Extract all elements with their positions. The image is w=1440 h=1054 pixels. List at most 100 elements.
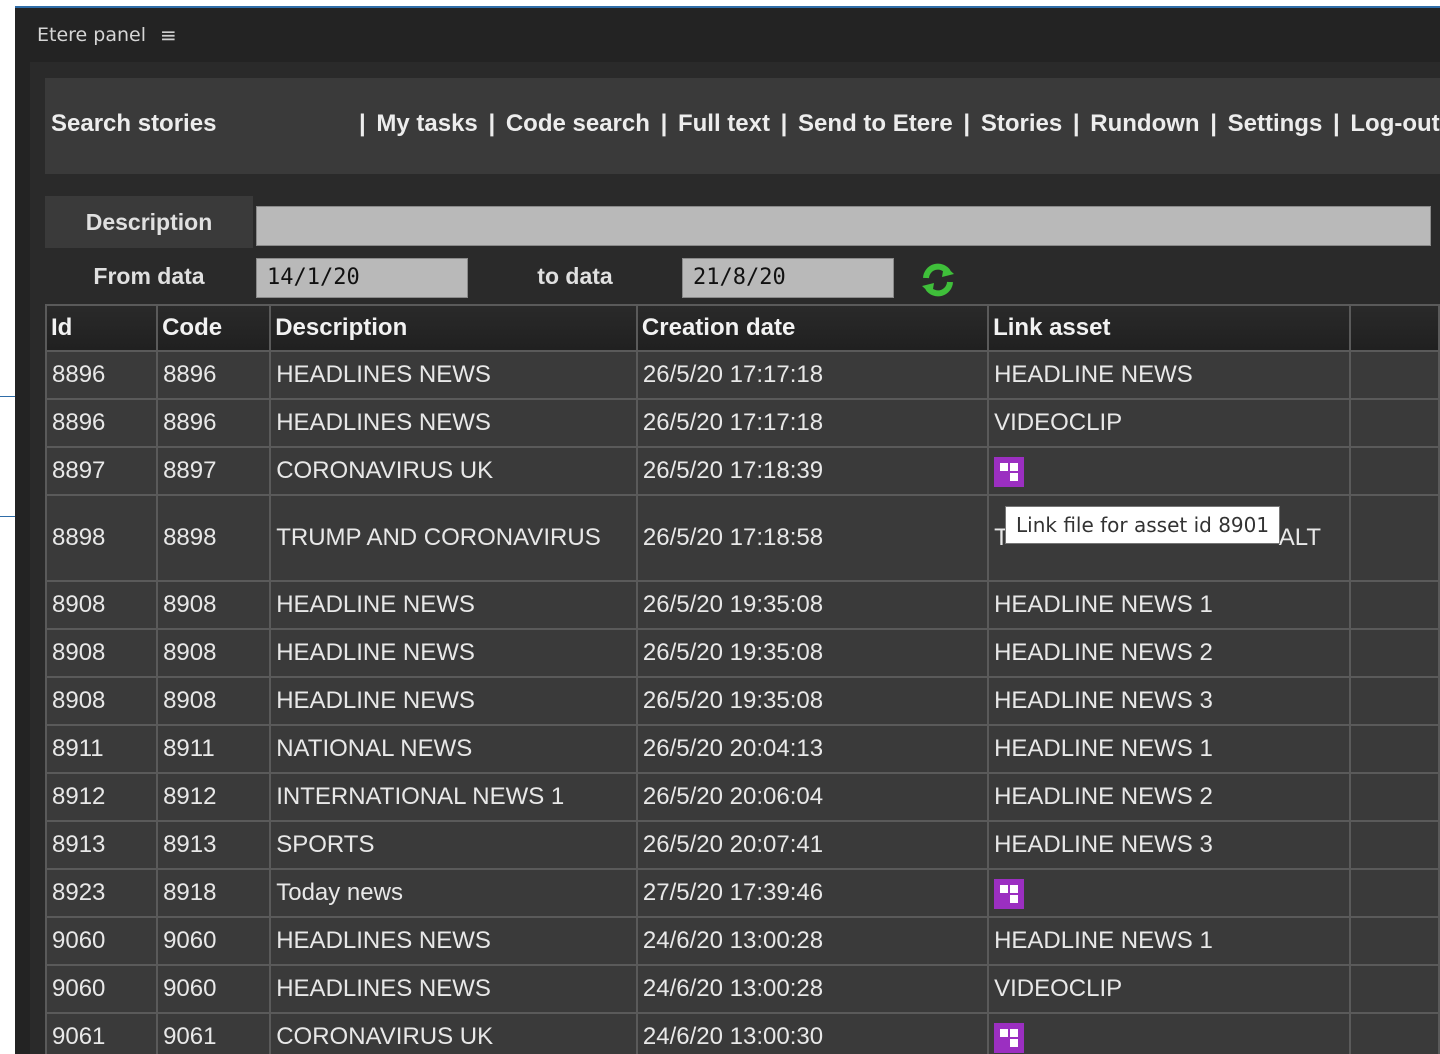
to-date-label: to data bbox=[515, 251, 635, 301]
table-row[interactable]: 8912 8912 INTERNATIONAL NEWS 1 26/5/20 2… bbox=[44, 772, 1440, 822]
stories-table: Id Code Description Creation date Link a… bbox=[44, 304, 1440, 1054]
cell-link-asset[interactable]: HEADLINE NEWS 2 bbox=[987, 772, 1352, 822]
cell-extra bbox=[1349, 916, 1440, 966]
cell-code: 8918 bbox=[156, 868, 272, 918]
description-label: Description bbox=[45, 196, 253, 248]
cell-extra bbox=[1349, 398, 1440, 448]
cell-link-asset[interactable]: HEADLINE NEWS 1 bbox=[987, 724, 1352, 774]
refresh-icon[interactable] bbox=[920, 262, 956, 298]
cell-link-asset[interactable] bbox=[987, 446, 1352, 496]
top-navbar: Search stories | My tasks | Code search … bbox=[45, 78, 1440, 174]
cell-link-asset[interactable]: HEADLINE NEWS bbox=[987, 350, 1352, 400]
cell-description: CORONAVIRUS UK bbox=[269, 446, 638, 496]
cell-link-asset[interactable]: HEADLINE NEWS 1 bbox=[987, 916, 1352, 966]
cell-description: HEADLINES NEWS bbox=[269, 398, 638, 448]
panel-title: Etere panel bbox=[37, 24, 146, 46]
cell-description: HEADLINE NEWS bbox=[269, 580, 638, 630]
table-row[interactable]: 8908 8908 HEADLINE NEWS 26/5/20 19:35:08… bbox=[44, 580, 1440, 630]
cell-id: 8908 bbox=[44, 628, 159, 678]
cell-creation-date: 26/5/20 20:07:41 bbox=[635, 820, 990, 870]
table-row[interactable]: 8896 8896 HEADLINES NEWS 26/5/20 17:17:1… bbox=[44, 398, 1440, 448]
cell-id: 9060 bbox=[44, 916, 159, 966]
cell-code: 8912 bbox=[156, 772, 272, 822]
cell-creation-date: 27/5/20 17:39:46 bbox=[635, 868, 990, 918]
cell-link-asset[interactable] bbox=[987, 1012, 1352, 1054]
cell-code: 8898 bbox=[156, 494, 272, 582]
hamburger-icon[interactable]: ≡ bbox=[160, 23, 177, 47]
table-row[interactable]: 8897 8897 CORONAVIRUS UK 26/5/20 17:18:3… bbox=[44, 446, 1440, 496]
panel-header: Etere panel ≡ bbox=[15, 8, 1440, 62]
cell-code: 8908 bbox=[156, 628, 272, 678]
from-date-input[interactable]: 14/1/20 bbox=[256, 258, 468, 298]
column-header-creation-date[interactable]: Creation date bbox=[635, 304, 990, 352]
cell-id: 8896 bbox=[44, 350, 159, 400]
cell-description: HEADLINE NEWS bbox=[269, 676, 638, 726]
cell-extra bbox=[1349, 868, 1440, 918]
cell-description: Today news bbox=[269, 868, 638, 918]
cell-description: SPORTS bbox=[269, 820, 638, 870]
cell-extra bbox=[1349, 820, 1440, 870]
cell-extra bbox=[1349, 350, 1440, 400]
cell-creation-date: 24/6/20 13:00:30 bbox=[635, 1012, 990, 1054]
cell-id: 9060 bbox=[44, 964, 159, 1014]
nav-link-rundown[interactable]: Rundown bbox=[1090, 110, 1199, 137]
cell-id: 8896 bbox=[44, 398, 159, 448]
asset-link-icon[interactable] bbox=[994, 1022, 1025, 1053]
column-header-code[interactable]: Code bbox=[156, 304, 272, 352]
description-input[interactable] bbox=[256, 206, 1431, 246]
nav-link-my-tasks[interactable]: My tasks bbox=[376, 110, 477, 137]
cell-link-asset[interactable] bbox=[987, 868, 1352, 918]
cell-creation-date: 24/6/20 13:00:28 bbox=[635, 964, 990, 1014]
cell-creation-date: 26/5/20 17:17:18 bbox=[635, 350, 990, 400]
cell-id: 8898 bbox=[44, 494, 159, 582]
cell-code: 8913 bbox=[156, 820, 272, 870]
column-header-id[interactable]: Id bbox=[44, 304, 159, 352]
cell-extra bbox=[1349, 1012, 1440, 1054]
asset-link-icon[interactable] bbox=[994, 878, 1025, 909]
cell-link-asset[interactable]: HEADLINE NEWS 1 bbox=[987, 580, 1352, 630]
cell-extra bbox=[1349, 724, 1440, 774]
nav-link-code-search[interactable]: Code search bbox=[506, 110, 650, 137]
cell-extra bbox=[1349, 964, 1440, 1014]
table-row[interactable]: 8896 8896 HEADLINES NEWS 26/5/20 17:17:1… bbox=[44, 350, 1440, 400]
page-title: Search stories bbox=[51, 110, 217, 137]
cell-id: 8911 bbox=[44, 724, 159, 774]
column-header-description[interactable]: Description bbox=[269, 304, 638, 352]
link-file-tooltip: Link file for asset id 8901 bbox=[1005, 506, 1281, 544]
cell-description: CORONAVIRUS UK bbox=[269, 1012, 638, 1054]
cell-link-asset[interactable]: HEADLINE NEWS 3 bbox=[987, 676, 1352, 726]
to-date-input[interactable]: 21/8/20 bbox=[682, 258, 894, 298]
cell-creation-date: 26/5/20 17:18:58 bbox=[635, 494, 990, 582]
search-form: Description From data 14/1/20 to data 21… bbox=[45, 196, 1440, 306]
cell-creation-date: 26/5/20 17:18:39 bbox=[635, 446, 990, 496]
cell-extra bbox=[1349, 494, 1440, 582]
cell-link-asset[interactable]: VIDEOCLIP bbox=[987, 398, 1352, 448]
cell-creation-date: 26/5/20 20:04:13 bbox=[635, 724, 990, 774]
table-row[interactable]: 8923 8918 Today news 27/5/20 17:39:46 bbox=[44, 868, 1440, 918]
cell-link-asset[interactable]: VIDEOCLIP bbox=[987, 964, 1352, 1014]
table-row[interactable]: 9060 9060 HEADLINES NEWS 24/6/20 13:00:2… bbox=[44, 964, 1440, 1014]
cell-extra bbox=[1349, 446, 1440, 496]
nav-link-full-text[interactable]: Full text bbox=[678, 110, 770, 137]
asset-link-icon[interactable] bbox=[994, 456, 1025, 487]
table-row[interactable]: 8908 8908 HEADLINE NEWS 26/5/20 19:35:08… bbox=[44, 628, 1440, 678]
cell-link-asset[interactable]: HEADLINE NEWS 3 bbox=[987, 820, 1352, 870]
cell-code: 9060 bbox=[156, 916, 272, 966]
nav-link-log-out[interactable]: Log-out bbox=[1350, 110, 1439, 137]
table-row[interactable]: 8908 8908 HEADLINE NEWS 26/5/20 19:35:08… bbox=[44, 676, 1440, 726]
cell-description: INTERNATIONAL NEWS 1 bbox=[269, 772, 638, 822]
cell-id: 8897 bbox=[44, 446, 159, 496]
cell-link-asset[interactable]: HEADLINE NEWS 2 bbox=[987, 628, 1352, 678]
cell-code: 8908 bbox=[156, 676, 272, 726]
panel-content: Search stories | My tasks | Code search … bbox=[30, 62, 1440, 1054]
table-header-row: Id Code Description Creation date Link a… bbox=[44, 304, 1440, 352]
table-row[interactable]: 9061 9061 CORONAVIRUS UK 24/6/20 13:00:3… bbox=[44, 1012, 1440, 1054]
column-header-link-asset[interactable]: Link asset bbox=[987, 304, 1352, 352]
nav-link-send-to-etere[interactable]: Send to Etere bbox=[798, 110, 953, 137]
cell-creation-date: 26/5/20 17:17:18 bbox=[635, 398, 990, 448]
table-row[interactable]: 9060 9060 HEADLINES NEWS 24/6/20 13:00:2… bbox=[44, 916, 1440, 966]
table-row[interactable]: 8913 8913 SPORTS 26/5/20 20:07:41 HEADLI… bbox=[44, 820, 1440, 870]
nav-link-settings[interactable]: Settings bbox=[1228, 110, 1323, 137]
nav-link-stories[interactable]: Stories bbox=[981, 110, 1062, 137]
table-row[interactable]: 8911 8911 NATIONAL NEWS 26/5/20 20:04:13… bbox=[44, 724, 1440, 774]
